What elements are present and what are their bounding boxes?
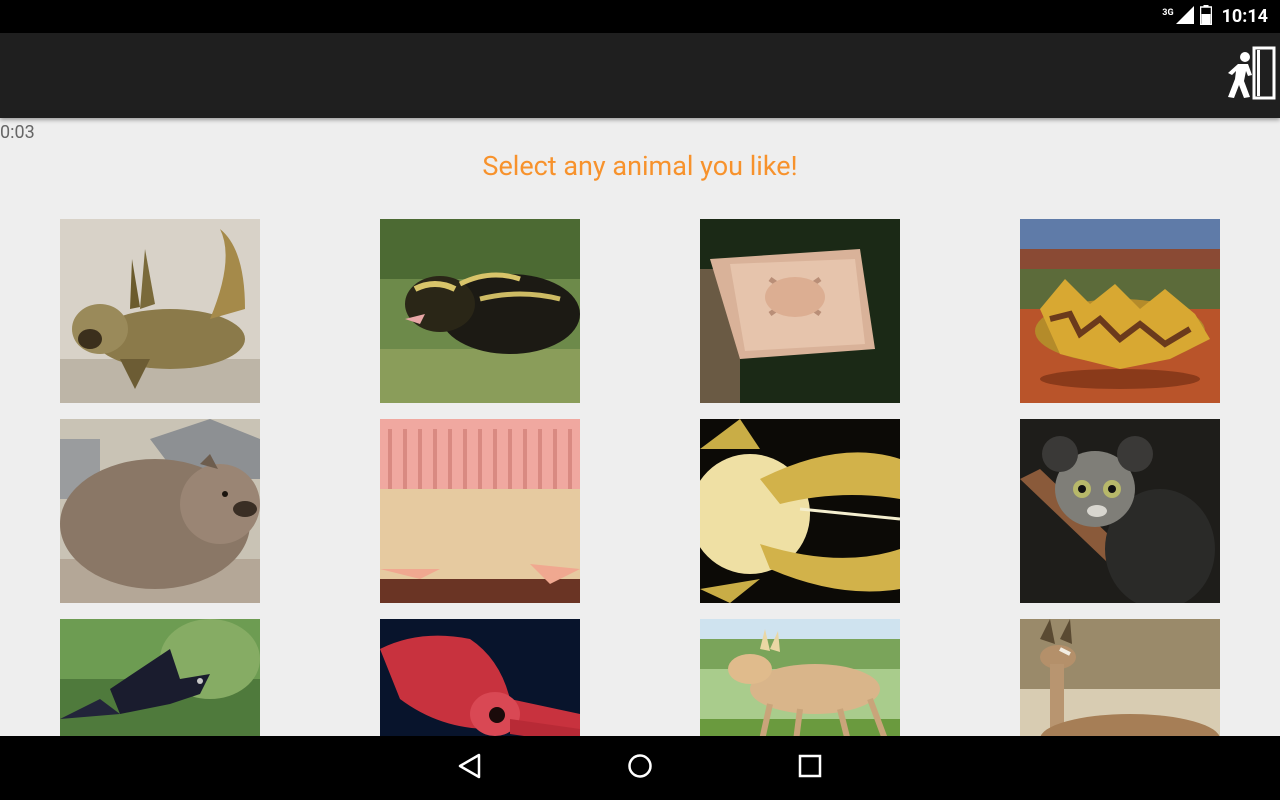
gerenuk-image (1020, 619, 1220, 736)
signal-icon (1175, 5, 1194, 28)
animal-tile-drongo[interactable] (60, 619, 260, 736)
page-title: Select any animal you like! (482, 150, 798, 182)
flying-squirrel-image (700, 219, 900, 403)
animal-tile-flying-squirrel[interactable] (700, 219, 900, 403)
tenrec-image (380, 219, 580, 403)
animal-tile-saiga[interactable] (700, 619, 900, 736)
animal-tile-aye-aye[interactable] (1020, 419, 1220, 603)
mudskipper-image (60, 219, 260, 403)
back-button[interactable] (440, 748, 500, 788)
battery-icon (1199, 4, 1212, 29)
animal-tile-thorny-devil[interactable] (1020, 219, 1220, 403)
recents-button[interactable] (780, 748, 840, 788)
animal-tile-yeti-crab[interactable] (700, 419, 900, 603)
animal-tile-mudskipper[interactable] (60, 219, 260, 403)
wombat-image (60, 419, 260, 603)
home-button[interactable] (610, 748, 670, 788)
animal-tile-wombat[interactable] (60, 419, 260, 603)
yeti-crab-image (700, 419, 900, 603)
animal-tile-armadillo[interactable] (380, 419, 580, 603)
thorny-devil-image (1020, 219, 1220, 403)
back-triangle-icon (457, 753, 483, 783)
drongo-image (60, 619, 260, 736)
status-bar: 3G 10:14 (0, 0, 1280, 33)
armadillo-image (380, 419, 580, 603)
animal-tile-tenrec[interactable] (380, 219, 580, 403)
saiga-image (700, 619, 900, 736)
system-nav-bar (0, 736, 1280, 800)
recents-square-icon (798, 754, 822, 782)
home-circle-icon (627, 753, 653, 783)
network-type: 3G (1162, 7, 1174, 18)
elapsed-timer: 0:03 (0, 122, 35, 143)
animal-tile-squid[interactable] (380, 619, 580, 736)
animal-grid (0, 200, 1280, 736)
app-toolbar (0, 33, 1280, 118)
exit-door-icon (1218, 45, 1278, 109)
aye-aye-image (1020, 419, 1220, 603)
squid-image (380, 619, 580, 736)
exit-button[interactable] (1216, 45, 1280, 109)
animal-tile-gerenuk[interactable] (1020, 619, 1220, 736)
clock: 10:14 (1221, 6, 1268, 27)
